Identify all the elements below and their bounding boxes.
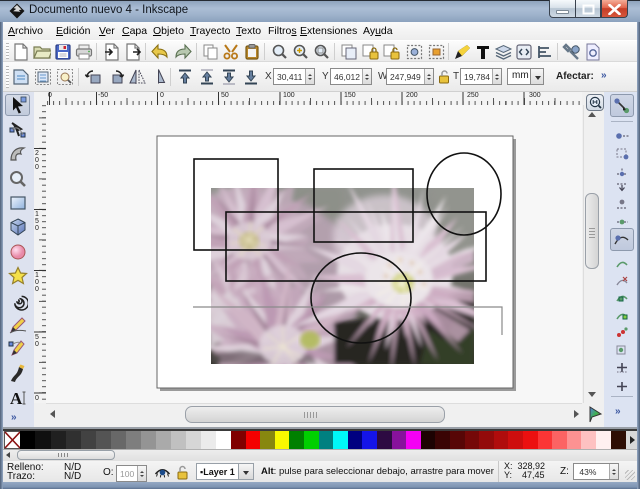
svg-text:A: A [10, 389, 23, 408]
